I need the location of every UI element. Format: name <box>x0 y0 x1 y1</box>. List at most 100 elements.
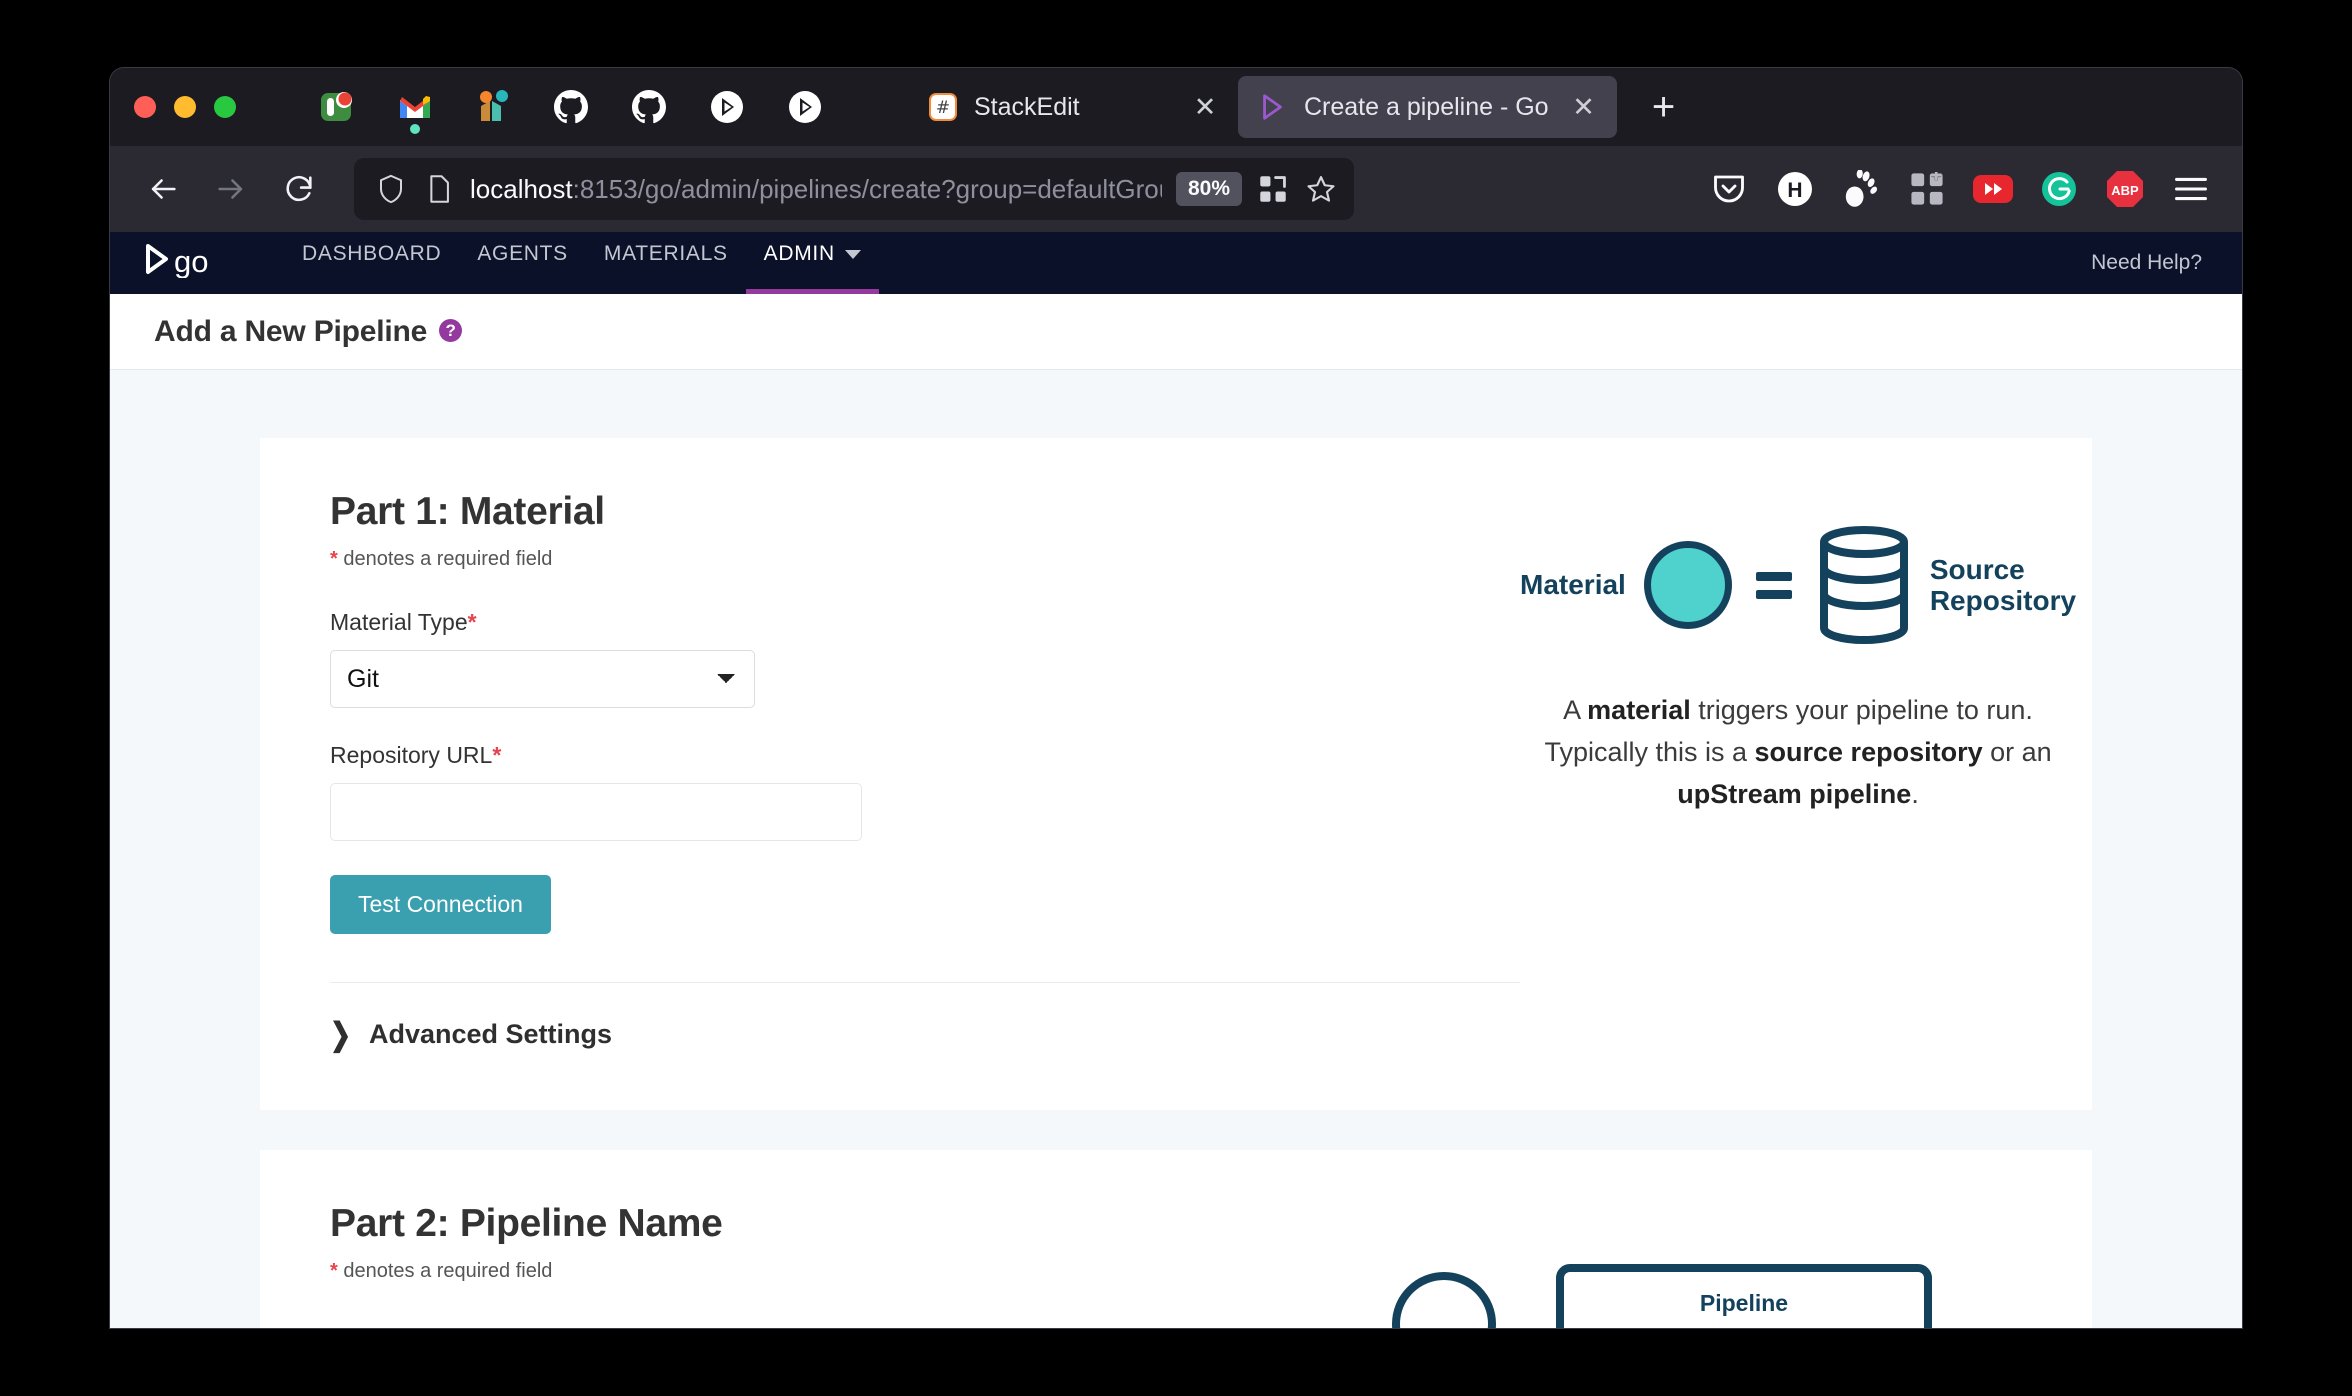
extensions-icon[interactable] <box>1904 166 1950 212</box>
required-star: * <box>330 548 338 570</box>
video-downloader-icon[interactable] <box>1970 166 2016 212</box>
test-connection-button[interactable]: Test Connection <box>330 875 551 934</box>
advanced-settings-label: Advanced Settings <box>368 1019 613 1049</box>
content-area: Part 1: Material * denotes a required fi… <box>110 370 2242 1328</box>
gocd-logo[interactable]: go <box>146 232 226 294</box>
url-bar[interactable]: localhost:8153/go/admin/pipelines/create… <box>354 158 1354 220</box>
github-icon <box>554 90 588 124</box>
part2-illustration-panel: Pipeline <box>1302 1202 2022 1328</box>
part2-required-note: * denotes a required field <box>330 1260 1302 1283</box>
stackedit-icon: # <box>928 92 958 122</box>
close-tab-button[interactable]: ✕ <box>1186 88 1224 126</box>
gocd-pinned-tab-2[interactable] <box>766 76 844 138</box>
url-text[interactable]: localhost:8153/go/admin/pipelines/create… <box>470 174 1162 205</box>
url-host: localhost <box>470 173 573 204</box>
gmail-pinned-tab[interactable] <box>376 76 454 138</box>
chevron-down-icon <box>844 249 861 259</box>
analytics-icon <box>480 90 508 121</box>
page-header: Add a New Pipeline? <box>110 294 2242 370</box>
minimize-window-button[interactable] <box>174 96 196 118</box>
illustration-material-label: Material <box>1520 569 1626 601</box>
gnome-footprint-icon[interactable] <box>1838 166 1884 212</box>
back-button[interactable] <box>132 158 194 220</box>
pinned-tabs <box>298 76 844 138</box>
nav-label: ADMIN <box>763 242 835 265</box>
tab-title: StackEdit <box>974 92 1080 121</box>
honey-icon[interactable]: H <box>1772 166 1818 212</box>
help-icon[interactable]: ? <box>439 319 463 343</box>
nav-label: AGENTS <box>477 242 568 265</box>
colorful-pinned-tab[interactable] <box>454 76 532 138</box>
star-icon[interactable] <box>1304 172 1338 206</box>
adblock-plus-icon[interactable]: ABP <box>2102 166 2148 212</box>
nav-label: DASHBOARD <box>302 242 442 265</box>
need-help-link[interactable]: Need Help? <box>2091 232 2202 294</box>
window-controls <box>134 96 236 118</box>
part1-form: Part 1: Material * denotes a required fi… <box>330 490 1520 1052</box>
reload-icon <box>286 175 312 202</box>
material-type-field: Material Type* GitMercurialSubversionPer… <box>330 609 1520 708</box>
required-text: denotes a required field <box>337 548 553 570</box>
required-star: * <box>330 1260 338 1282</box>
reader-grid-icon <box>1260 176 1286 202</box>
required-star: * <box>492 742 502 768</box>
repository-url-input[interactable] <box>330 783 862 841</box>
page-title: Add a New Pipeline? <box>154 314 463 349</box>
close-window-button[interactable] <box>134 96 156 118</box>
shield-icon[interactable] <box>374 172 408 206</box>
messaging-pinned-tab[interactable] <box>298 76 376 138</box>
gocd-icon <box>1258 92 1288 122</box>
source-line1: Source <box>1929 553 2025 585</box>
reader-view-icon[interactable] <box>1256 172 1290 206</box>
repository-url-label: Repository URL* <box>330 742 1520 769</box>
close-tab-button[interactable]: ✕ <box>1565 88 1603 126</box>
messages-icon <box>321 92 352 121</box>
repository-url-field: Repository URL* <box>330 742 1520 841</box>
material-type-select[interactable]: GitMercurialSubversionPerforceTeam Found… <box>330 650 755 708</box>
forward-arrow-icon <box>218 179 243 199</box>
material-description: A material triggers your pipeline to run… <box>1520 690 2076 816</box>
browser-tab-create-pipeline[interactable]: Create a pipeline - Go ✕ <box>1238 76 1617 138</box>
required-star: * <box>467 609 477 635</box>
page-title-text: Add a New Pipeline <box>154 314 428 348</box>
reload-button[interactable] <box>268 158 330 220</box>
tab-strip: # StackEdit ✕ Create a pipeline - Go ✕ + <box>110 68 2242 146</box>
extension-toolbar: H ABP <box>1706 166 2220 212</box>
desc-part4: . <box>1911 778 1919 809</box>
repository-url-label-text: Repository URL <box>330 742 493 768</box>
zoom-level-badge[interactable]: 80% <box>1175 172 1242 206</box>
web-page: go DASHBOARD AGENTS MATERIALS ADMIN Need <box>110 232 2242 1328</box>
grammarly-icon[interactable] <box>2036 166 2082 212</box>
illustration-source-repository-label: Source Repository <box>1930 554 2076 617</box>
nav-item-admin[interactable]: ADMIN <box>745 232 880 294</box>
desc-part3: or an <box>1982 736 2052 767</box>
desc-bold3: upStream pipeline <box>1677 778 1912 809</box>
part1-material-card: Part 1: Material * denotes a required fi… <box>260 438 2092 1110</box>
part1-title: Part 1: Material <box>330 490 605 533</box>
maximize-window-button[interactable] <box>214 96 236 118</box>
pocket-icon[interactable] <box>1706 166 1752 212</box>
section-divider <box>330 982 1520 983</box>
browser-tab-stackedit[interactable]: # StackEdit ✕ <box>908 76 1238 138</box>
github-pinned-tab-1[interactable] <box>532 76 610 138</box>
github-pinned-tab-2[interactable] <box>610 76 688 138</box>
desc-part1: A <box>1563 695 1588 725</box>
gocd-pinned-tab-1[interactable] <box>688 76 766 138</box>
nav-item-dashboard[interactable]: DASHBOARD <box>284 232 459 294</box>
part2-pipeline-name-card: Part 2: Pipeline Name * denotes a requir… <box>260 1150 2092 1328</box>
chevron-right-icon: ❯ <box>330 1017 351 1052</box>
desc-bold2: source repository <box>1754 736 1983 767</box>
navigation-toolbar: localhost:8153/go/admin/pipelines/create… <box>110 146 2242 232</box>
svg-text:#: # <box>936 98 950 118</box>
nav-item-materials[interactable]: MATERIALS <box>586 232 746 294</box>
page-icon[interactable] <box>422 172 456 206</box>
browser-window: # StackEdit ✕ Create a pipeline - Go ✕ + <box>110 68 2242 1328</box>
new-tab-button[interactable]: + <box>1637 80 1691 134</box>
source-line2: Repository <box>1929 585 2077 616</box>
forward-button <box>200 158 262 220</box>
material-type-label-text: Material Type <box>330 609 468 635</box>
pipeline-box: Pipeline <box>1556 1264 1932 1328</box>
advanced-settings-toggle[interactable]: ❯ Advanced Settings <box>330 1017 1520 1052</box>
app-menu-icon[interactable] <box>2168 166 2214 212</box>
nav-item-agents[interactable]: AGENTS <box>459 232 586 294</box>
